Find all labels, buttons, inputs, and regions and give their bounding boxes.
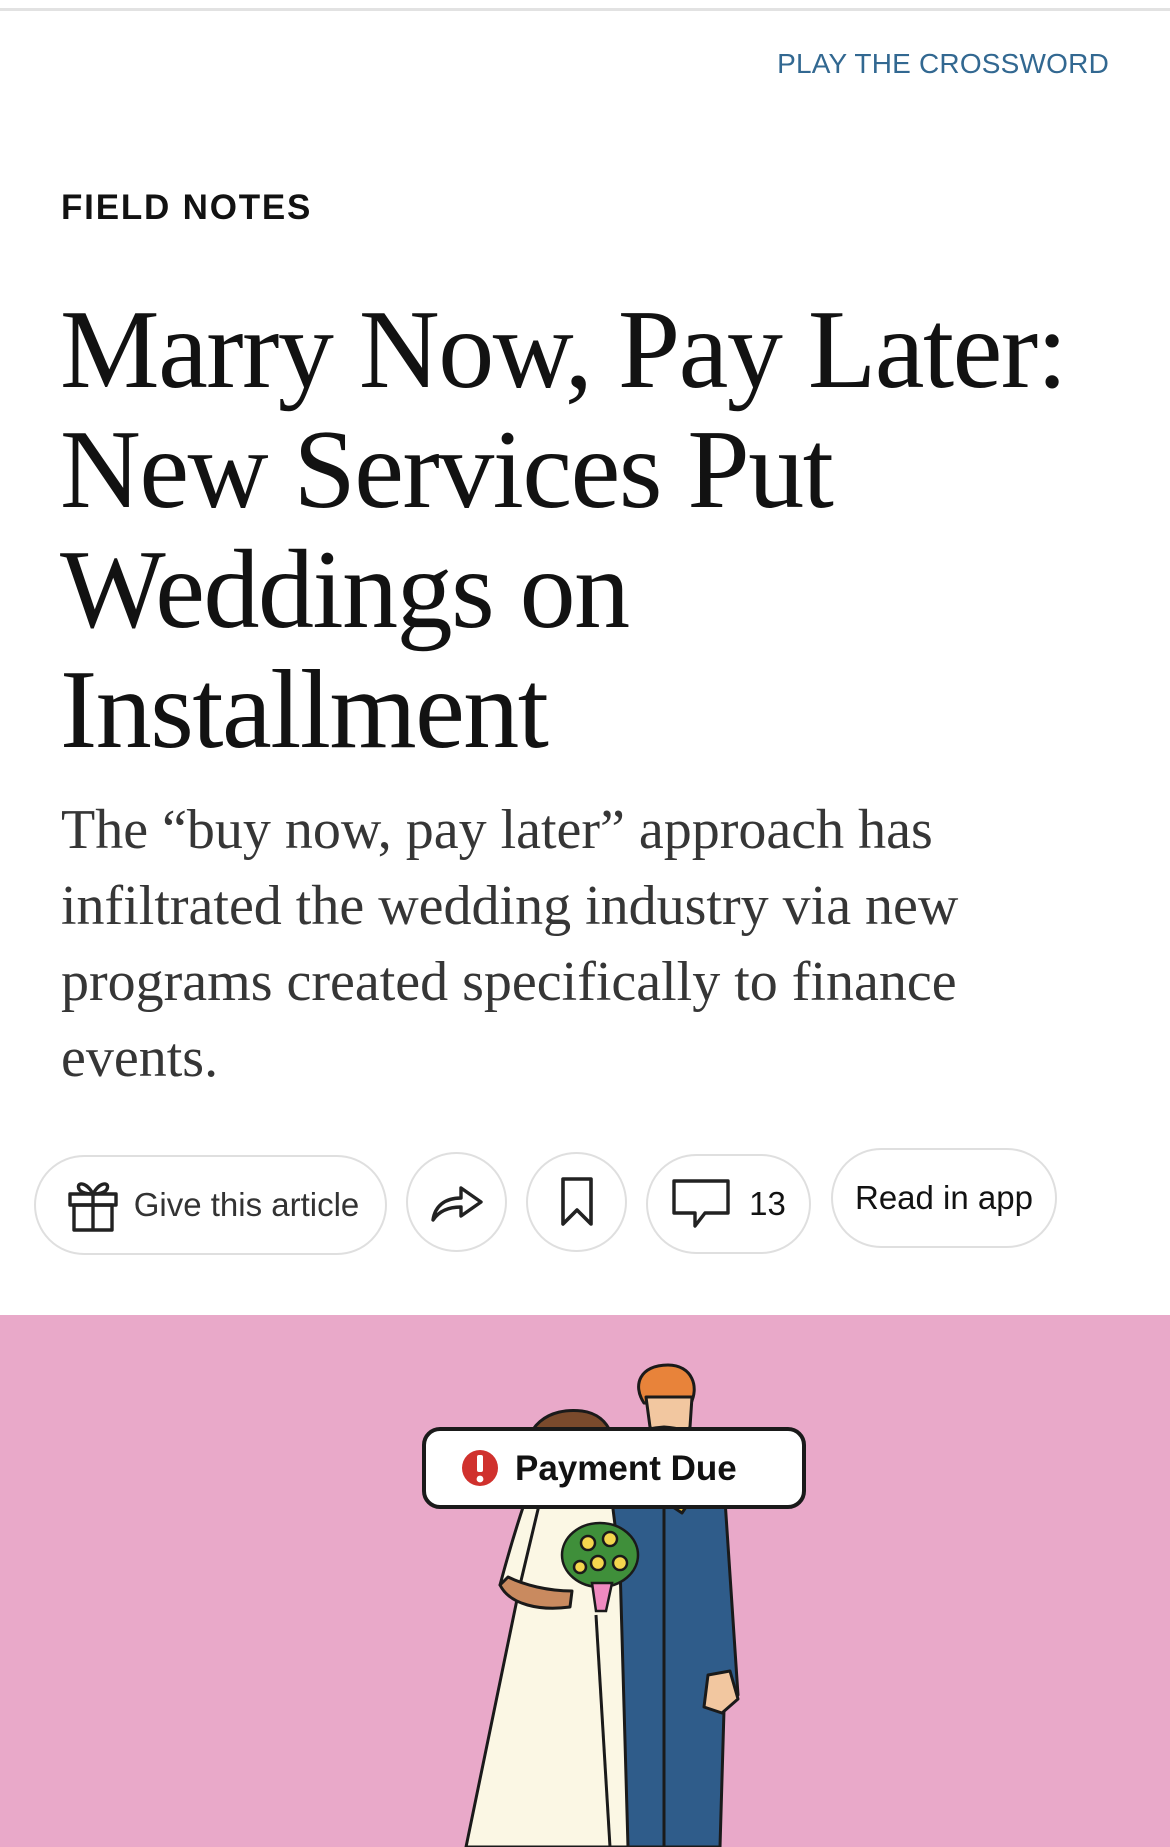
hero-illustration: Payment Due <box>0 1315 1170 1847</box>
save-button[interactable] <box>526 1152 627 1252</box>
top-divider <box>0 8 1170 11</box>
headline-line: Marry Now, Pay Later: <box>60 288 1068 412</box>
article-toolbar: Give this article 13 Read in app <box>0 1148 1170 1258</box>
comments-button[interactable]: 13 <box>646 1154 811 1254</box>
play-crossword-link[interactable]: PLAY THE CROSSWORD <box>777 48 1109 80</box>
share-icon <box>429 1180 485 1224</box>
give-article-button[interactable]: Give this article <box>34 1155 387 1255</box>
share-button[interactable] <box>406 1152 507 1252</box>
section-kicker: FIELD NOTES <box>61 188 313 227</box>
payment-due-text: Payment Due <box>515 1449 737 1488</box>
headline-line: Installment <box>60 648 549 772</box>
bookmark-icon <box>557 1176 597 1228</box>
read-in-app-button[interactable]: Read in app <box>831 1148 1057 1248</box>
headline-line: Weddings on <box>60 528 630 652</box>
article-summary: The “buy now, pay later” approach has in… <box>61 799 959 1089</box>
payment-due-badge: Payment Due <box>422 1427 806 1509</box>
article-headline: Marry Now, Pay Later: New Services Put W… <box>60 290 1120 770</box>
gift-icon <box>66 1177 120 1233</box>
read-in-app-label: Read in app <box>855 1179 1033 1216</box>
comment-count: 13 <box>749 1185 786 1222</box>
headline-line: New Services Put <box>60 408 834 532</box>
give-article-label: Give this article <box>133 1186 360 1223</box>
comment-icon <box>671 1178 731 1230</box>
